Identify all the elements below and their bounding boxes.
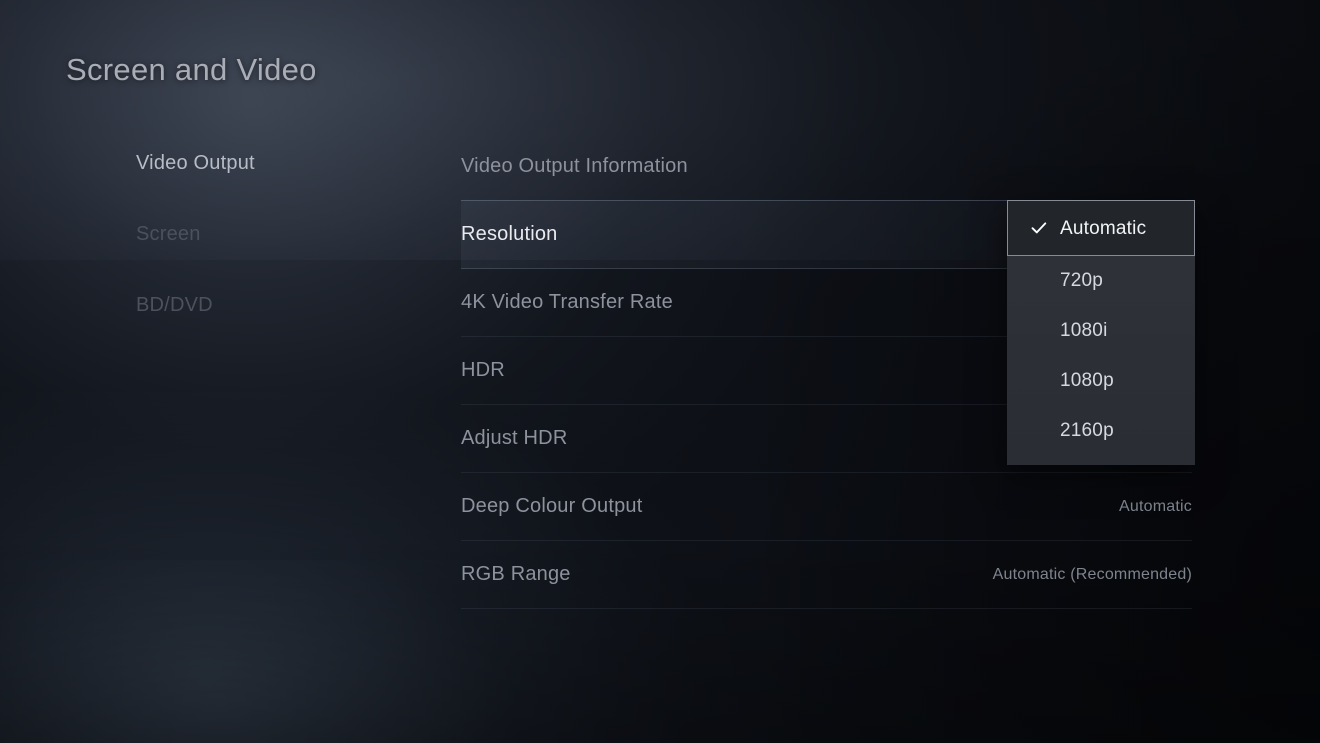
setting-value: Automatic <box>1119 497 1192 515</box>
dropdown-option-2160p[interactable]: 2160p <box>1007 406 1195 456</box>
sidebar: Video Output Screen BD/DVD <box>136 146 396 359</box>
setting-label: Resolution <box>461 223 558 245</box>
sidebar-item-video-output[interactable]: Video Output <box>136 146 396 180</box>
sidebar-item-label: Video Output <box>136 152 255 174</box>
setting-value: Automatic (Recommended) <box>992 565 1192 583</box>
setting-label: RGB Range <box>461 563 571 585</box>
setting-label: 4K Video Transfer Rate <box>461 291 673 313</box>
dropdown-option-label: 2160p <box>1060 420 1114 441</box>
setting-row-rgb-range[interactable]: RGB Range Automatic (Recommended) <box>461 541 1192 609</box>
dropdown-option-1080i[interactable]: 1080i <box>1007 306 1195 356</box>
dropdown-option-label: Automatic <box>1060 218 1147 239</box>
sidebar-item-label: BD/DVD <box>136 294 213 316</box>
page-title: Screen and Video <box>66 52 317 87</box>
setting-row-video-output-information[interactable]: Video Output Information <box>461 133 1192 201</box>
dropdown-option-label: 720p <box>1060 270 1104 291</box>
dropdown-option-label: 1080p <box>1060 370 1114 391</box>
ps5-settings-screen: Screen and Video Video Output Screen BD/DV… <box>0 0 1320 743</box>
sidebar-item-screen[interactable]: Screen <box>136 217 396 251</box>
dropdown-option-1080p[interactable]: 1080p <box>1007 356 1195 406</box>
setting-label: HDR <box>461 359 505 381</box>
setting-label: Deep Colour Output <box>461 495 643 517</box>
sidebar-item-label: Screen <box>136 223 201 245</box>
setting-label: Adjust HDR <box>461 427 568 449</box>
resolution-dropdown[interactable]: Automatic 720p 1080i 1080p 2160p <box>1007 200 1195 465</box>
setting-row-deep-colour-output[interactable]: Deep Colour Output Automatic <box>461 473 1192 541</box>
setting-label: Video Output Information <box>461 155 688 177</box>
check-icon <box>1030 219 1048 237</box>
dropdown-option-automatic[interactable]: Automatic <box>1007 200 1195 256</box>
dropdown-option-720p[interactable]: 720p <box>1007 256 1195 306</box>
sidebar-item-bd-dvd[interactable]: BD/DVD <box>136 288 396 322</box>
dropdown-option-label: 1080i <box>1060 320 1108 341</box>
